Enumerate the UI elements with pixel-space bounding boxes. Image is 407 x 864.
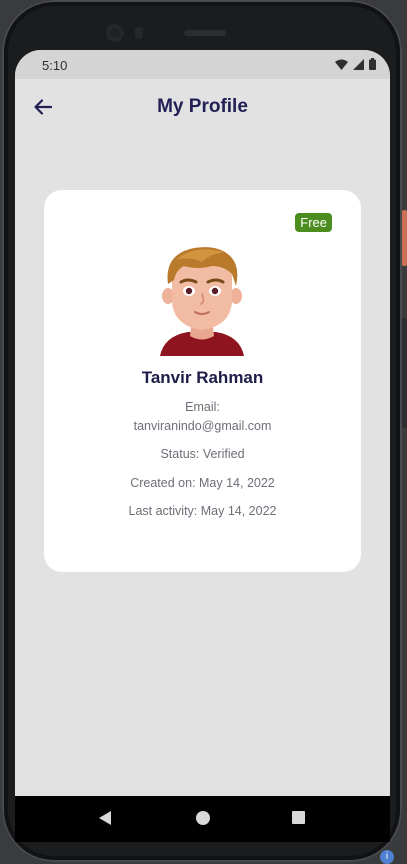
nav-recents-icon (292, 811, 305, 824)
nav-home-button[interactable] (195, 810, 211, 831)
account-status: Status: Verified (160, 447, 245, 461)
last-activity: Last activity: May 14, 2022 (128, 504, 277, 518)
nav-recents-button[interactable] (291, 810, 306, 830)
power-button (402, 210, 407, 266)
status-time: 5:10 (42, 58, 68, 73)
nav-back-button[interactable] (97, 810, 113, 831)
avatar (160, 247, 244, 356)
user-name: Tanvir Rahman (141, 368, 264, 387)
created-date: Created on: May 14, 2022 (130, 476, 275, 490)
front-camera (106, 24, 124, 42)
info-icon: i (380, 850, 394, 864)
nav-back-icon (99, 811, 111, 825)
page-title: My Profile (157, 96, 248, 117)
app-screen: 5:10 My Profile Free Tanvir Rahman Email… (15, 50, 390, 826)
email-label: Email: (185, 400, 220, 414)
system-nav-bar (15, 796, 390, 842)
volume-button (402, 318, 407, 428)
battery-icon (369, 58, 376, 70)
email-value: tanviranindo@gmail.com (133, 419, 272, 433)
signal-icon (353, 58, 364, 70)
earpiece-speaker (184, 30, 226, 36)
status-icons (335, 58, 376, 70)
status-bar: 5:10 (15, 50, 390, 79)
app-bar: My Profile (15, 79, 390, 135)
nav-home-icon (196, 811, 210, 825)
plan-badge: Free (295, 213, 332, 232)
wifi-icon (335, 59, 348, 70)
profile-card: Free Tanvir Rahman Email: tanviranindo@g… (44, 190, 361, 572)
proximity-sensor (135, 27, 143, 39)
